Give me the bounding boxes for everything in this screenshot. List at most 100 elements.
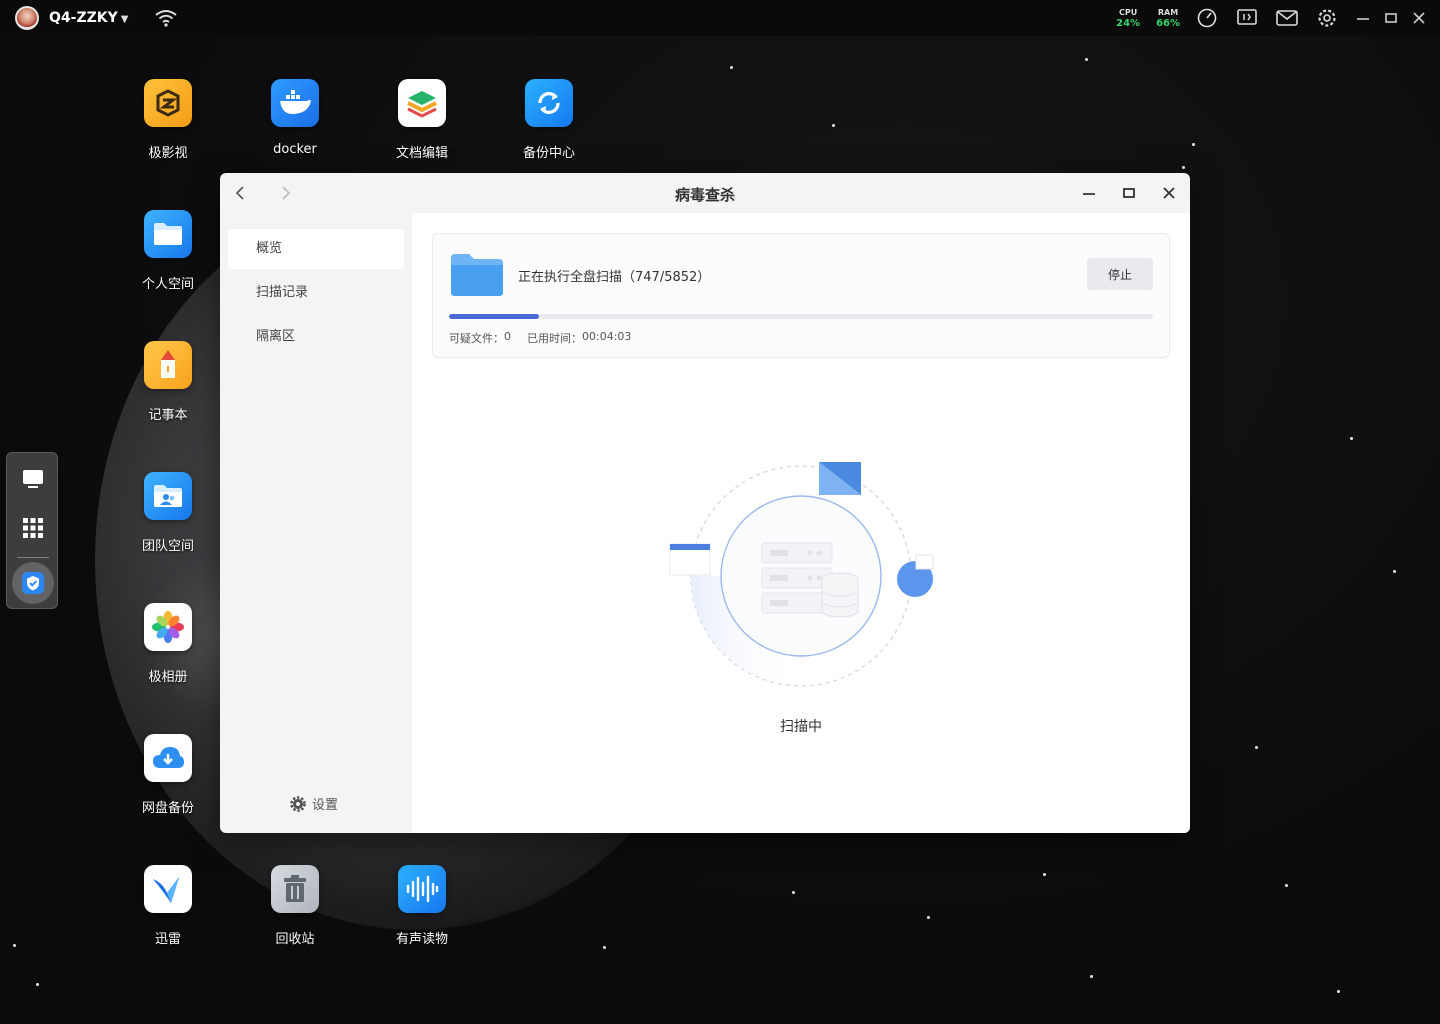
star [792,891,795,894]
app-label: 文档编辑 [395,146,448,161]
star [1350,437,1353,440]
app-grid-icon[interactable] [21,516,45,540]
star [832,124,835,127]
docker-whale-icon [271,79,319,127]
app-photos[interactable]: 极相册 [118,603,218,685]
star [1255,746,1258,749]
app-team-space[interactable]: 团队空间 [118,472,218,554]
app-thunder[interactable]: 迅雷 [118,865,218,947]
app-label: 极影视 [148,146,188,161]
star [1090,975,1093,978]
star [1337,990,1340,993]
film-icon [144,79,192,127]
scan-meta: 可疑文件： 0 已用时间： 00:04:03 [449,330,631,346]
close-icon[interactable] [1412,11,1426,25]
app-label: 备份中心 [522,146,575,161]
audio-wave-icon [398,865,446,913]
star [1285,884,1288,887]
app-label: 回收站 [275,932,315,947]
dock-divider [17,557,49,558]
app-audiobook[interactable]: 有声读物 [372,865,472,947]
elapsed-time-label: 已用时间： [527,332,582,345]
layers-icon [398,79,446,127]
photo-flower-icon [144,603,192,651]
user-avatar[interactable] [15,6,39,30]
sidebar-item-scan-history[interactable]: 扫描记录 [228,273,404,313]
notebook-icon [144,341,192,389]
wifi-icon[interactable] [154,8,178,28]
antivirus-window: 病毒查杀 概览 扫描记录 隔离区 设置 正在执行全盘扫描（747/5852） 停… [220,173,1190,833]
thunder-bird-icon [144,865,192,913]
cloud-download-icon [144,734,192,782]
window-sidebar: 概览 扫描记录 隔离区 设置 [220,213,412,833]
app-label: docker [273,142,317,157]
trash-icon [271,865,319,913]
star [1085,58,1088,61]
ram-meter[interactable]: RAM 66% [1156,7,1180,29]
chevron-down-icon[interactable]: ▼ [121,14,129,25]
minimize-icon[interactable] [1356,11,1370,25]
device-name[interactable]: Q4-ZZKY [49,10,118,26]
cpu-value: 24% [1116,18,1141,29]
sidebar-item-quarantine[interactable]: 隔离区 [228,317,404,357]
scan-progress-bar [449,314,1153,319]
maximize-icon[interactable] [1384,11,1398,25]
stop-button[interactable]: 停止 [1087,258,1153,290]
sidebar-item-overview[interactable]: 概览 [228,229,404,269]
window-close-icon[interactable] [1160,184,1178,202]
cpu-label: CPU [1118,8,1138,17]
app-document-editor[interactable]: 文档编辑 [372,79,472,161]
app-personal-space[interactable]: 个人空间 [118,210,218,292]
star [730,66,733,69]
suspicious-files-value: 0 [504,330,511,343]
speedometer-icon[interactable] [1196,7,1218,29]
app-label: 记事本 [148,408,188,423]
app-cloud-backup[interactable]: 网盘备份 [118,734,218,816]
ram-label: RAM [1157,8,1179,17]
antivirus-dock-button[interactable] [12,562,54,604]
settings-label: 设置 [312,798,339,813]
app-label: 有声读物 [395,932,448,947]
star [13,944,16,947]
app-label: 团队空间 [141,539,194,554]
app-recycle-bin[interactable]: 回收站 [245,865,345,947]
app-docker[interactable]: docker [245,79,345,157]
settings-button[interactable]: 设置 [290,794,338,813]
star [36,983,39,986]
sync-icon [525,79,573,127]
side-dock [6,452,58,609]
star [927,916,930,919]
star [1043,873,1046,876]
gear-icon[interactable] [1316,7,1338,29]
cpu-meter[interactable]: CPU 24% [1116,7,1140,29]
scan-status-text: 正在执行全盘扫描（747/5852） [518,270,711,285]
star [1393,570,1396,573]
scan-progress-card: 正在执行全盘扫描（747/5852） 停止 可疑文件： 0 已用时间： 00:0… [432,233,1170,358]
star [603,946,606,949]
star [1192,143,1195,146]
app-backup-center[interactable]: 备份中心 [499,79,599,161]
app-label: 迅雷 [154,932,181,947]
resource-monitor-icon[interactable] [1236,7,1258,29]
desktop-monitor-icon[interactable] [21,467,45,491]
app-notebook[interactable]: 记事本 [118,341,218,423]
shield-icon [22,572,44,594]
app-film[interactable]: 极影视 [118,79,218,161]
main-content: 正在执行全盘扫描（747/5852） 停止 可疑文件： 0 已用时间： 00:0… [412,213,1190,833]
system-top-bar: Q4-ZZKY ▼ CPU 24% RAM 66% [0,0,1440,36]
team-folder-icon [144,472,192,520]
window-maximize-icon[interactable] [1120,184,1138,202]
scan-progress-fill [449,314,539,319]
window-title: 病毒查杀 [674,186,735,204]
window-title-bar[interactable]: 病毒查杀 [220,173,1190,213]
ram-value: 66% [1156,18,1180,29]
scanning-caption: 扫描中 [780,719,822,735]
folder-icon [451,254,503,296]
window-minimize-icon[interactable] [1080,184,1098,202]
folder-icon [144,210,192,258]
app-label: 个人空间 [141,277,194,292]
scanning-illustration [669,462,934,687]
suspicious-files-label: 可疑文件： [449,332,504,345]
mail-icon[interactable] [1276,7,1298,29]
gear-icon [290,795,306,812]
